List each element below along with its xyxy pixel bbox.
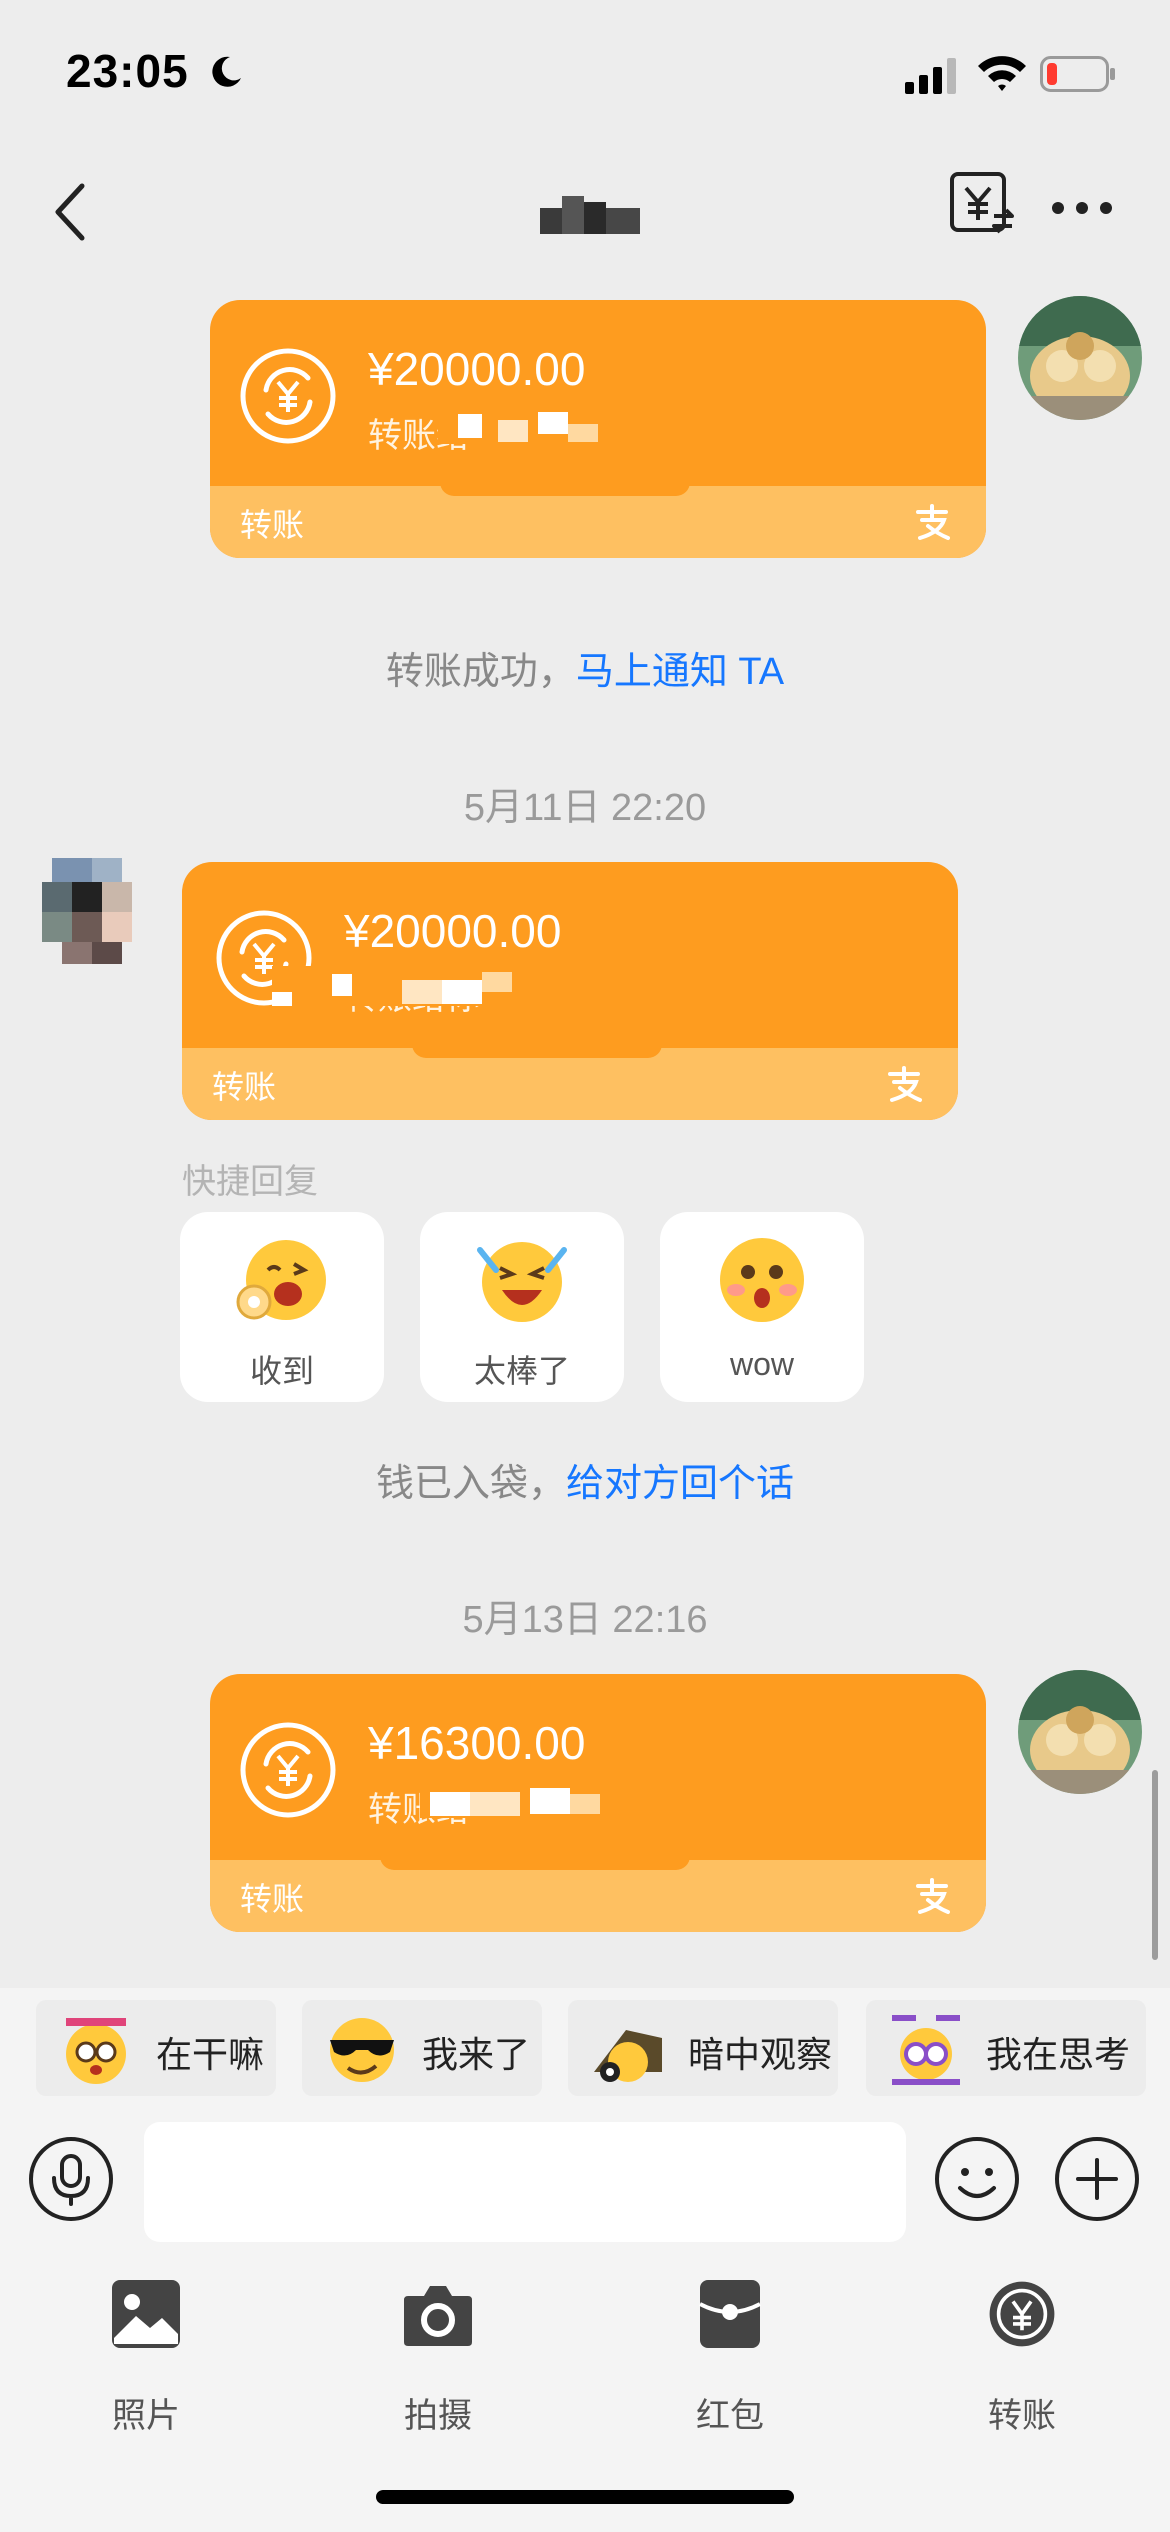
sticker-label: 暗中观察 (688, 2034, 833, 2075)
transfer-amount: ¥20000.00 (344, 905, 562, 957)
plus-button[interactable] (1054, 2136, 1140, 2222)
battery-icon (1040, 56, 1115, 92)
timestamp: 5月11日 22:20 (463, 787, 707, 829)
alipay-icon (888, 1066, 922, 1102)
quick-reply-label: wow (729, 1346, 794, 1382)
page-title (540, 196, 640, 234)
tool-photo[interactable]: 照片 (56, 2278, 236, 2448)
sticker-chip[interactable]: 在干嘛 (36, 2000, 276, 2096)
transfer-records-button[interactable] (948, 170, 1018, 240)
sticker-chip[interactable]: 暗中观察 (568, 2000, 838, 2096)
my-avatar[interactable] (1018, 1670, 1142, 1794)
moon-icon (212, 56, 241, 87)
transfer-label: 转账 (240, 507, 305, 543)
back-button[interactable] (44, 172, 104, 252)
red-packet-icon (699, 2280, 761, 2348)
sticker-suggestions: 在干嘛 我来了 暗中观察 我在思考 (0, 1988, 1170, 2108)
tool-label: 照片 (112, 2397, 180, 2435)
transfer-card[interactable]: ¥20000.00 转账给 转账 (210, 300, 986, 558)
sticker-chip[interactable]: 我在思考 (866, 2000, 1146, 2096)
contact-avatar[interactable] (32, 858, 152, 978)
sticker-label: 我来了 (422, 2034, 531, 2075)
alipay-icon (916, 504, 950, 540)
sticker-label: 我在思考 (986, 2034, 1131, 2075)
surprised-emoji-icon (720, 1238, 804, 1322)
transfer-label: 转账 (212, 1069, 277, 1105)
quick-reply-label: 太棒了 (473, 1353, 570, 1389)
wifi-icon (978, 56, 1026, 91)
emoji-button[interactable] (934, 2136, 1020, 2222)
tool-transfer[interactable]: 转账 (932, 2278, 1112, 2448)
status-time: 23:05 (66, 45, 189, 97)
blurred-recipient (272, 966, 572, 1006)
blurred-recipient (420, 1778, 660, 1818)
camera-icon (404, 2286, 472, 2346)
nav-bar (0, 140, 1170, 280)
tool-red-packet[interactable]: 红包 (640, 2278, 820, 2448)
voice-input-button[interactable] (28, 2136, 114, 2222)
transfer-coin-icon (240, 348, 336, 444)
scrollbar[interactable] (1152, 1770, 1158, 1960)
reply-link[interactable]: 给对方回个话 (566, 1463, 794, 1505)
sticker-chip[interactable]: 我来了 (302, 2000, 542, 2096)
thinking-sticker-icon (892, 2015, 960, 2085)
ok-hand-emoji-icon (236, 1240, 326, 1320)
money-received-note: 钱已入袋，给对方回个话 (375, 1463, 795, 1505)
transfer-label: 转账 (240, 1881, 305, 1917)
tool-camera[interactable]: 拍摄 (348, 2278, 528, 2448)
tool-label: 拍摄 (404, 2397, 472, 2435)
photo-icon (112, 2280, 180, 2348)
transfer-coin-icon (240, 1722, 336, 1818)
notify-link[interactable]: 马上通知 TA (576, 651, 784, 693)
message-input[interactable] (144, 2122, 906, 2242)
quick-reply-item[interactable]: wow (660, 1212, 864, 1402)
tool-label: 转账 (988, 2397, 1056, 2435)
transfer-card[interactable]: ¥20000.00 转账给你 转账 (182, 862, 958, 1120)
status-bar: 23:05 (0, 0, 1170, 140)
sunglasses-sticker-icon (330, 2018, 394, 2082)
quick-reply-item[interactable]: 收到 (180, 1212, 384, 1402)
alipay-icon (916, 1878, 950, 1914)
peek-sticker-icon (594, 2030, 662, 2082)
transfer-icon (989, 2281, 1055, 2347)
transfer-amount: ¥20000.00 (368, 343, 586, 395)
what-doing-sticker-icon (66, 2018, 126, 2084)
transfer-success-note: 转账成功，马上通知 TA (385, 651, 785, 693)
quick-reply-label: 收到 (249, 1353, 314, 1389)
tears-of-joy-emoji-icon (477, 1242, 567, 1322)
more-icon[interactable] (1050, 196, 1114, 220)
transfer-card[interactable]: ¥16300.00 转账给 转账 (210, 1674, 986, 1932)
my-avatar[interactable] (1018, 296, 1142, 420)
blurred-recipient (438, 404, 678, 444)
tool-label: 红包 (696, 2397, 764, 2435)
quick-reply-title: 快捷回复 (182, 1163, 318, 1201)
home-indicator[interactable] (376, 2490, 794, 2504)
input-bar (0, 2108, 1170, 2248)
transfer-amount: ¥16300.00 (368, 1717, 586, 1769)
quick-reply-item[interactable]: 太棒了 (420, 1212, 624, 1402)
signal-icon (905, 58, 956, 94)
timestamp: 5月13日 22:16 (462, 1599, 708, 1641)
sticker-label: 在干嘛 (156, 2034, 265, 2075)
